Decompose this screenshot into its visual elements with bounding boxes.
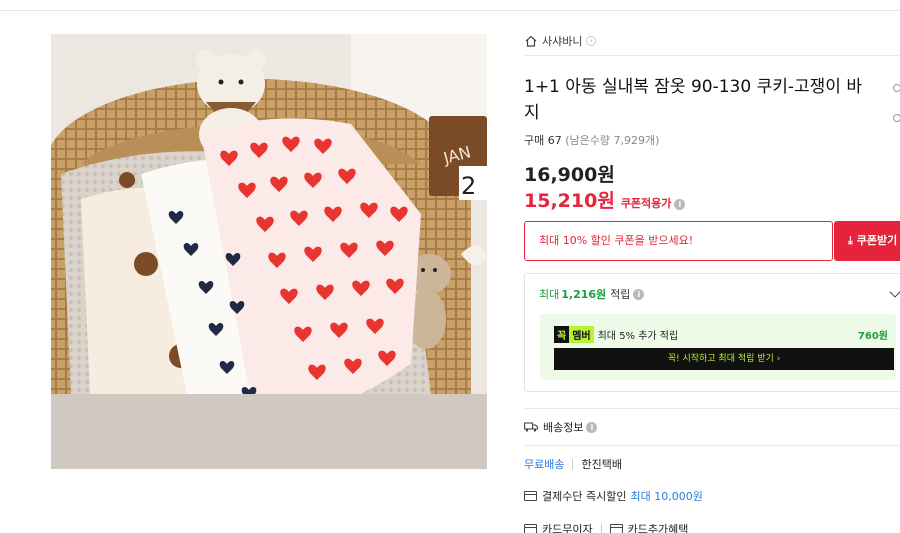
payment-discount-row[interactable]: 결제수단 즉시할인 최대 10,000원: [524, 488, 703, 504]
membership-box: 꼭 멤버 최대 5% 추가 적립 760원 꼭! 시작하고 최대 적립 받기 ›: [540, 314, 896, 380]
card-icon: [524, 524, 537, 533]
reward-summary: 최대 1,216원 적립 i: [539, 286, 645, 302]
product-image[interactable]: JAN 2: [51, 34, 487, 469]
coupon-message: 최대 10% 할인 쿠폰을 받으세요!: [539, 234, 694, 247]
info-icon[interactable]: i: [674, 199, 686, 210]
like-icon[interactable]: [893, 114, 900, 122]
member-benefit-text: 최대 5% 추가 적립: [597, 331, 679, 342]
divider: [524, 55, 900, 56]
product-title: 1+1 아동 실내복 잠옷 90-130 쿠키-고쟁이 바지: [524, 77, 862, 123]
card-interest-free[interactable]: 카드무이자: [542, 521, 593, 533]
payment-max-discount: 최대 10,000원: [630, 490, 703, 503]
coupon-button-label: 쿠폰받기: [856, 234, 898, 247]
sale-price-row: 15,210원 쿠폰적용가 i: [524, 186, 686, 213]
coupon-banner: 최대 10% 할인 쿠폰을 받으세요!: [524, 221, 833, 261]
home-icon: [525, 35, 537, 47]
member-badge-label: 멤버: [569, 326, 594, 343]
remaining-quantity: (남은수량 7,929개): [565, 134, 660, 147]
card-icon: [609, 524, 623, 533]
member-badge-icon: 꼭: [554, 326, 570, 343]
truck-icon: [524, 422, 538, 432]
reward-prefix: 최대: [539, 288, 560, 301]
membership-row: 꼭 멤버 최대 5% 추가 적립: [554, 326, 678, 343]
shipping-details: 무료배송 한진택배: [524, 456, 622, 472]
sale-price: 15,210원: [524, 190, 615, 212]
svg-text:2: 2: [461, 172, 476, 200]
shipping-title: 배송정보: [543, 421, 584, 434]
store-link[interactable]: 사샤바니 ›: [524, 33, 597, 49]
card-benefits-row: 카드무이자 카드추가혜택: [524, 521, 688, 533]
coupon-applied-label: 쿠폰적용가: [620, 197, 672, 210]
reward-suffix: 적립: [610, 288, 631, 301]
reward-panel: 최대 1,216원 적립 i 꼭 멤버 최대 5% 추가 적립 760원 꼭! …: [524, 273, 900, 392]
coupon-download-button[interactable]: ⤓ 쿠폰받기: [834, 221, 900, 261]
store-name: 사샤바니: [542, 35, 583, 48]
payment-label: 결제수단 즉시할인: [542, 490, 627, 503]
shipping-info-header: 배송정보 i: [524, 419, 598, 435]
member-points: 760원: [857, 331, 888, 342]
purchase-label: 구매 67: [524, 134, 562, 147]
original-price: 16,900원: [524, 164, 615, 186]
card-icon: [524, 491, 537, 501]
card-extra-benefit[interactable]: 카드추가혜택: [628, 521, 689, 533]
divider: [524, 408, 900, 409]
free-shipping-label: 무료배송: [524, 458, 565, 471]
chevron-right-icon: ›: [586, 36, 597, 46]
reward-amount: 1,216원: [561, 288, 607, 301]
top-divider: [0, 10, 900, 11]
purchase-count: 구매 67 (남은수량 7,929개): [524, 132, 659, 148]
chevron-down-icon[interactable]: [889, 286, 900, 298]
info-icon[interactable]: i: [586, 421, 598, 433]
share-icon[interactable]: [893, 84, 900, 92]
divider: [572, 458, 574, 470]
courier-name: 한진택배: [581, 458, 622, 471]
member-cta-button[interactable]: 꼭! 시작하고 최대 적립 받기 ›: [554, 348, 894, 370]
divider: [600, 523, 602, 533]
info-icon[interactable]: i: [633, 288, 645, 300]
download-icon: ⤓: [848, 234, 857, 247]
divider: [524, 445, 900, 446]
